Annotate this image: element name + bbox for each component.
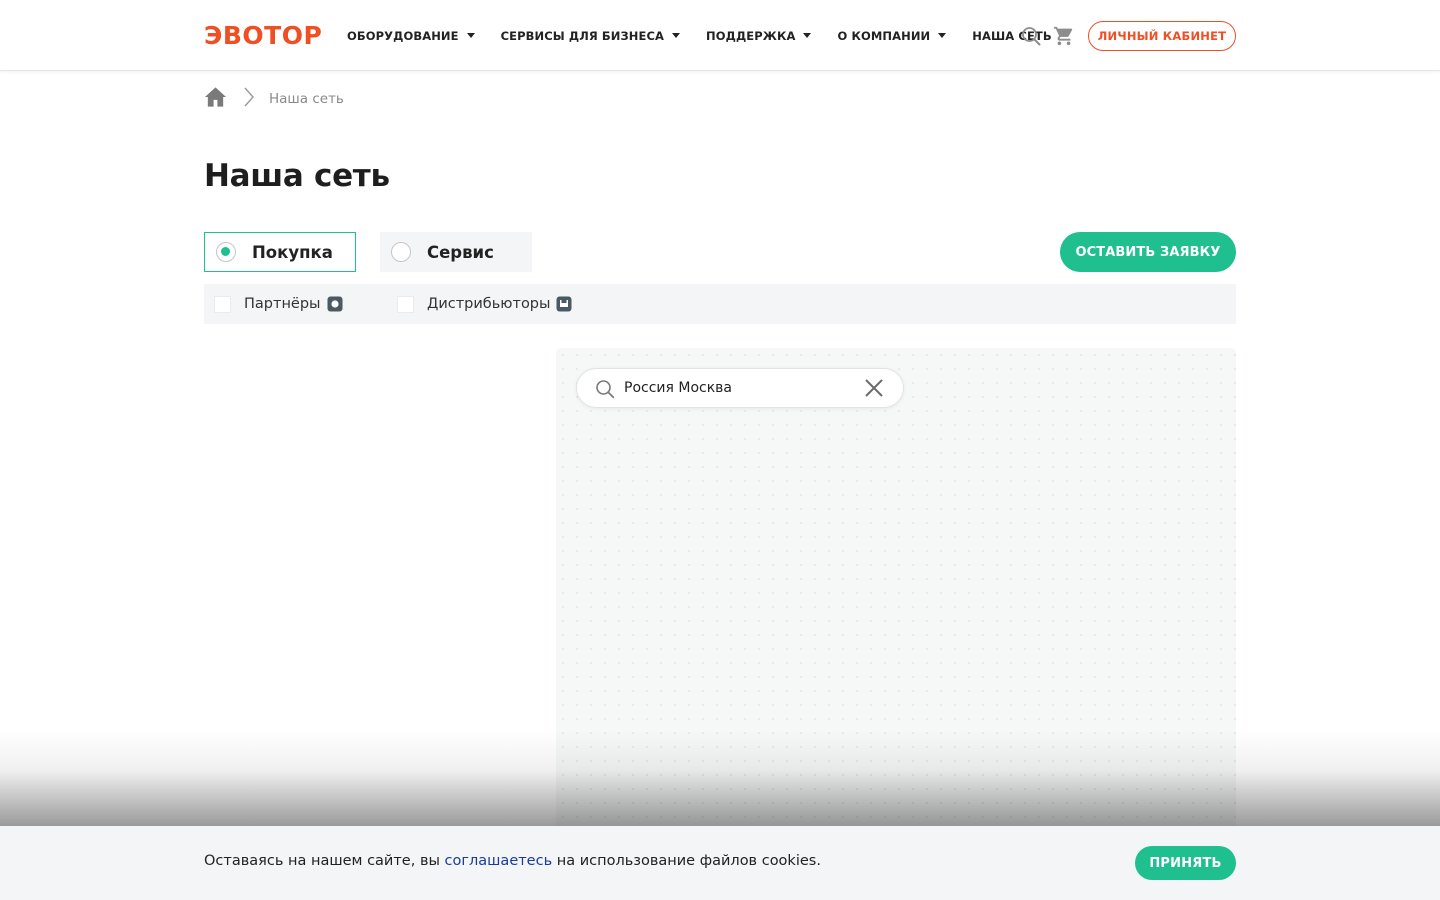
- map-search-input[interactable]: Россия Москва: [624, 369, 732, 407]
- cookie-banner: Оставаясь на нашем сайте, вы соглашаетес…: [0, 826, 1440, 900]
- radio-selected-icon: [216, 242, 236, 262]
- nav-item-label: ПОДДЕРЖКА: [706, 28, 796, 43]
- nav-item-business-services[interactable]: СЕРВИСЫ ДЛЯ БИЗНЕСА: [500, 28, 681, 43]
- tab-purchase[interactable]: Покупка: [204, 232, 356, 272]
- main-nav: ОБОРУДОВАНИЕ СЕРВИСЫ ДЛЯ БИЗНЕСА ПОДДЕРЖ…: [347, 0, 1078, 71]
- chevron-right-icon: [243, 86, 255, 112]
- radio-empty-icon: [391, 242, 411, 262]
- filter-distributors[interactable]: Дистрибьюторы: [397, 284, 572, 324]
- filter-label: Партнёры: [244, 296, 321, 312]
- filter-partners[interactable]: Партнёры: [214, 284, 343, 324]
- chevron-down-icon: [466, 33, 475, 38]
- partner-pin-icon: [327, 296, 343, 312]
- breadcrumb-current: Наша сеть: [269, 91, 344, 107]
- nav-item-company[interactable]: О КОМПАНИИ: [837, 28, 947, 43]
- nav-item-label: О КОМПАНИИ: [837, 28, 931, 43]
- breadcrumb: Наша сеть: [204, 86, 344, 112]
- cart-icon[interactable]: [1053, 25, 1075, 47]
- search-icon[interactable]: [1021, 26, 1041, 46]
- chevron-down-icon: [938, 33, 947, 38]
- partners-checkbox[interactable]: [214, 295, 231, 313]
- tab-service[interactable]: Сервис: [380, 232, 532, 272]
- logo[interactable]: ЭВОТОР: [204, 23, 322, 48]
- chevron-down-icon: [672, 33, 681, 38]
- cookie-text-after: на использование файлов cookies.: [552, 853, 821, 869]
- leave-request-button[interactable]: ОСТАВИТЬ ЗАЯВКУ: [1060, 232, 1236, 272]
- cookie-text: Оставаясь на нашем сайте, вы соглашаетес…: [204, 853, 821, 869]
- page-title: Наша сеть: [204, 158, 390, 194]
- map-search-field[interactable]: Россия Москва: [576, 368, 904, 408]
- distributor-pin-icon: [556, 296, 572, 312]
- filter-bar: Партнёры Дистрибьюторы: [204, 284, 1236, 324]
- tab-label: Сервис: [427, 242, 494, 262]
- nav-item-equipment[interactable]: ОБОРУДОВАНИЕ: [347, 29, 475, 43]
- cookie-agree-link[interactable]: соглашаетесь: [445, 853, 553, 869]
- filter-label: Дистрибьюторы: [427, 296, 551, 312]
- chevron-down-icon: [803, 33, 812, 38]
- close-icon[interactable]: [864, 378, 884, 398]
- search-icon: [595, 379, 615, 399]
- nav-item-label: СЕРВИСЫ ДЛЯ БИЗНЕСА: [500, 28, 665, 43]
- distributors-checkbox[interactable]: [397, 295, 414, 313]
- tab-label: Покупка: [252, 242, 333, 262]
- map-area[interactable]: [556, 348, 1236, 900]
- nav-item-support[interactable]: ПОДДЕРЖКА: [706, 28, 812, 43]
- accept-cookies-button[interactable]: ПРИНЯТЬ: [1135, 846, 1236, 880]
- home-icon[interactable]: [204, 86, 227, 112]
- cookie-text-before: Оставаясь на нашем сайте, вы: [204, 853, 445, 869]
- nav-item-label: ОБОРУДОВАНИЕ: [347, 28, 459, 43]
- personal-account-button[interactable]: ЛИЧНЫЙ КАБИНЕТ: [1088, 21, 1236, 51]
- site-header: ЭВОТОР ОБОРУДОВАНИЕ СЕРВИСЫ ДЛЯ БИЗНЕСА …: [0, 0, 1440, 71]
